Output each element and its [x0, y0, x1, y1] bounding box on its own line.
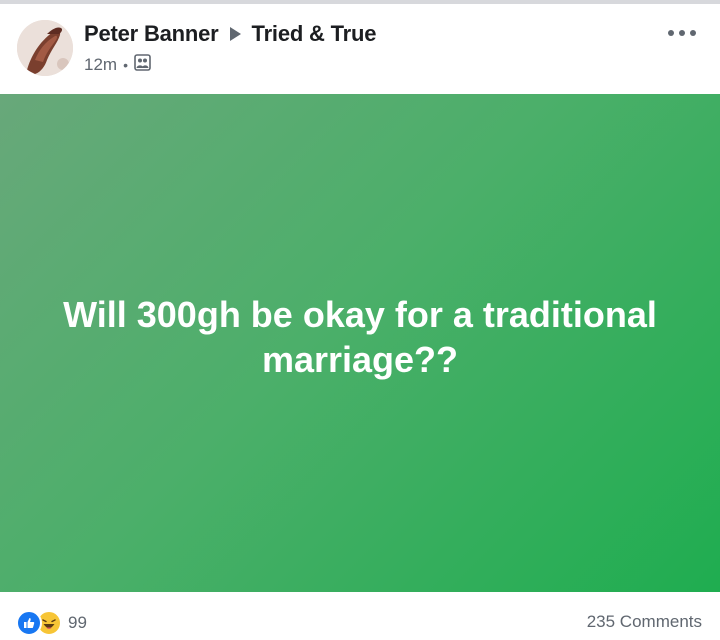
- author-avatar[interactable]: [17, 20, 73, 76]
- more-dot: [668, 30, 674, 36]
- reaction-icons: [16, 610, 62, 636]
- meta-separator: •: [123, 57, 128, 73]
- right-arrow-icon: [229, 27, 241, 41]
- group-name[interactable]: Tried & True: [252, 21, 377, 47]
- post-header: Peter Banner Tried & True 12m •: [0, 4, 720, 94]
- more-dot: [690, 30, 696, 36]
- more-dot: [679, 30, 685, 36]
- group-audience-icon: [134, 54, 151, 76]
- reaction-count: 99: [68, 613, 87, 632]
- post-text: Will 300gh be okay for a traditional mar…: [63, 294, 657, 380]
- post-timestamp[interactable]: 12m: [84, 55, 117, 75]
- more-options-icon[interactable]: [668, 26, 696, 40]
- post-meta: 12m •: [84, 54, 151, 76]
- post-background[interactable]: Will 300gh be okay for a traditional mar…: [0, 94, 720, 592]
- post-card: Peter Banner Tried & True 12m • Will 300…: [0, 0, 720, 640]
- comments-count-link[interactable]: 235 Comments: [587, 612, 702, 632]
- author-name[interactable]: Peter Banner: [84, 21, 219, 47]
- reactions-summary[interactable]: 99: [16, 610, 87, 636]
- like-icon: [16, 610, 42, 636]
- author-line: Peter Banner Tried & True: [84, 21, 376, 47]
- post-footer: 99 235 Comments: [0, 592, 720, 640]
- avatar-image: [17, 20, 73, 76]
